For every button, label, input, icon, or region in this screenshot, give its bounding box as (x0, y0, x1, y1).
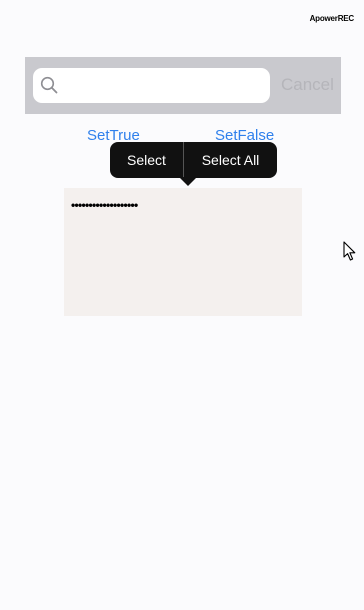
masked-text: ••••••••••••••••••• (71, 198, 138, 212)
search-bar: Cancel (25, 57, 341, 114)
edit-menu-arrow (179, 177, 197, 186)
watermark-logo: ApowerREC (309, 14, 355, 23)
mouse-pointer-icon (343, 241, 356, 261)
menu-item-select-all[interactable]: Select All (184, 142, 277, 178)
secure-text-area[interactable]: ••••••••••••••••••• (64, 188, 302, 316)
search-field[interactable] (33, 68, 270, 103)
cancel-button[interactable]: Cancel (281, 75, 334, 95)
search-icon (40, 76, 58, 94)
search-input[interactable] (65, 68, 265, 103)
edit-menu: Select Select All (110, 142, 277, 178)
menu-item-select[interactable]: Select (110, 142, 183, 178)
